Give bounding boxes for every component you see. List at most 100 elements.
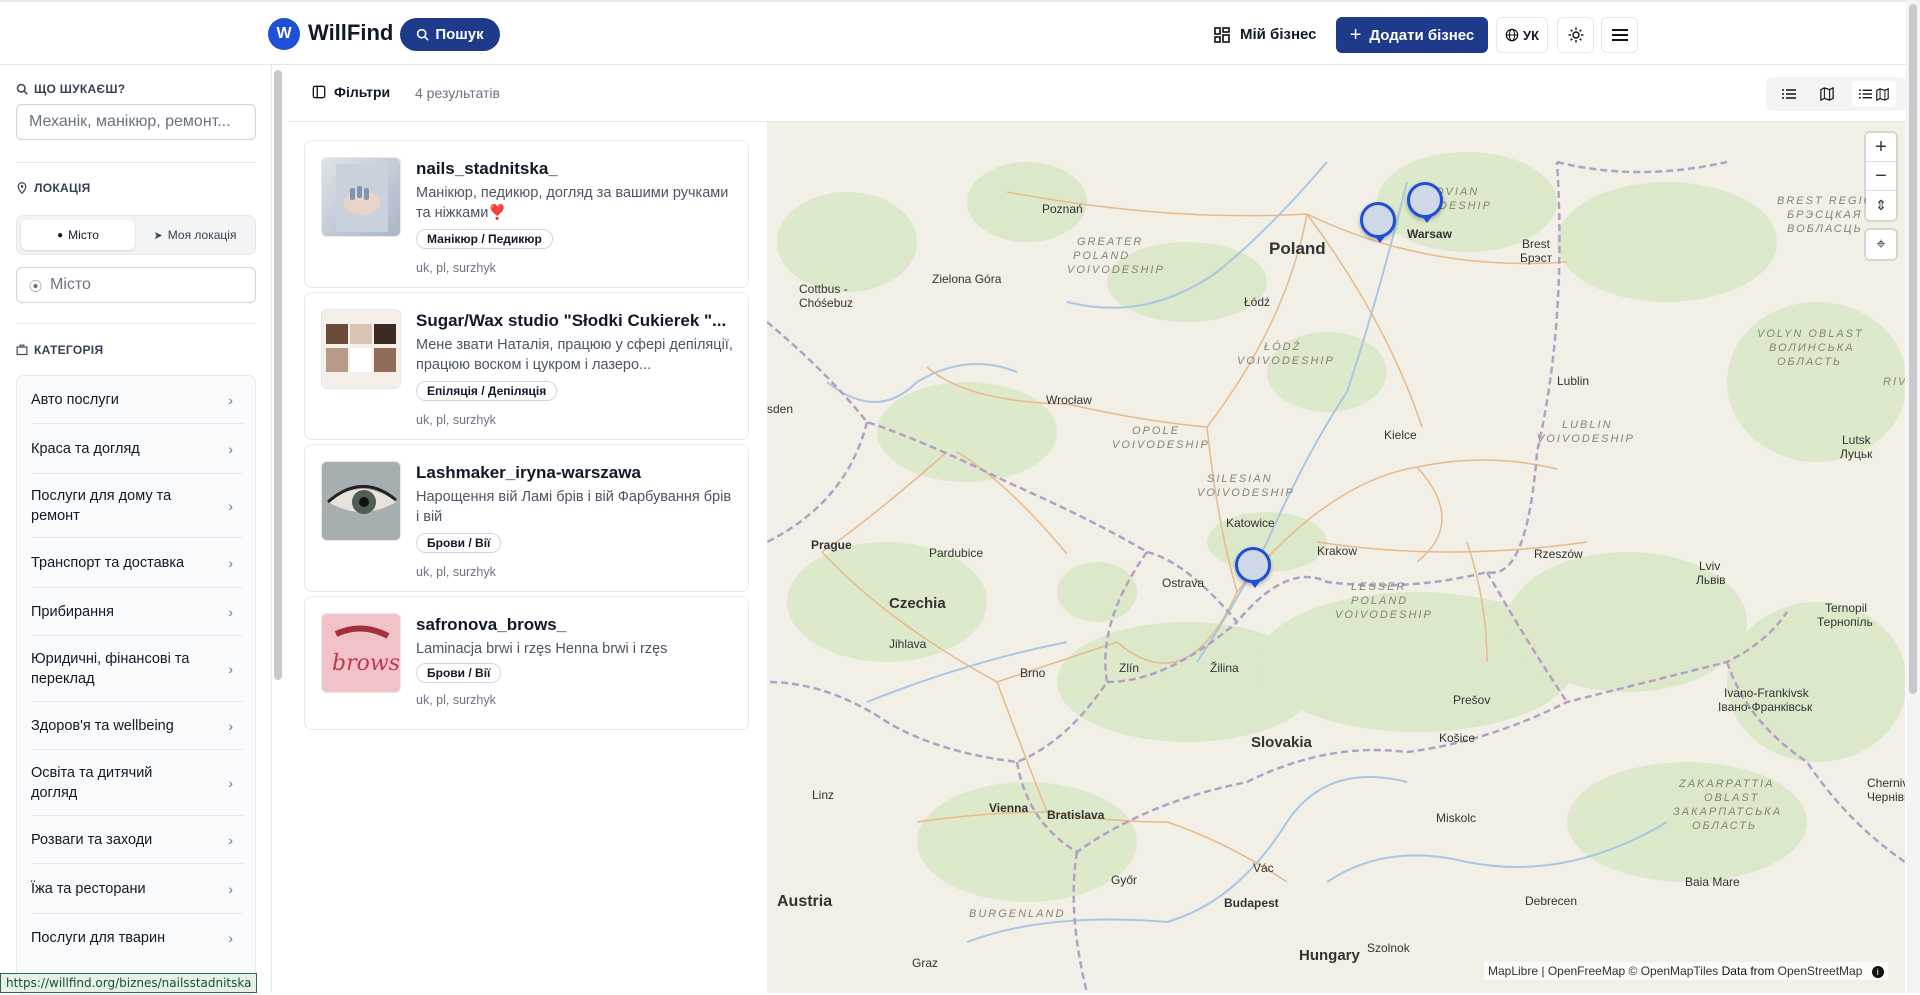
attribution-text[interactable]: MapLibre | OpenFreeMap © OpenMapTiles (1488, 964, 1718, 978)
category-item[interactable]: Здоров'я та wellbeing › (31, 702, 243, 750)
map-label: Miskolc (1436, 811, 1476, 825)
map-label: GREATER (1077, 236, 1143, 248)
page-scrollbar-thumb[interactable] (1909, 4, 1917, 694)
info-icon[interactable]: i (1871, 966, 1884, 978)
city-input[interactable]: ⦿ Місто (16, 267, 256, 303)
map-marker[interactable] (1235, 547, 1271, 588)
menu-button[interactable] (1601, 17, 1638, 53)
map-label: ŁÓDŹ (1264, 340, 1301, 353)
business-card[interactable]: Sugar/Wax studio "Słodki Cukierek "... М… (304, 292, 749, 440)
search-icon (16, 83, 28, 95)
city-option[interactable]: ● Місто (21, 220, 135, 250)
map-label: Rzeszów (1534, 547, 1583, 561)
category-item[interactable]: Послуги для дому та ремонт › (31, 474, 243, 538)
map-canvas[interactable]: Poland Czechia Slovakia Austria Hungary … (767, 122, 1905, 993)
city-option-label: Місто (68, 228, 99, 242)
map-label: Slovakia (1251, 734, 1313, 751)
map-label: Chóśebuz (799, 296, 853, 310)
map-label: LUBLIN (1562, 419, 1613, 431)
map-label: Linz (812, 788, 834, 802)
what-search-input[interactable]: Механік, манікюр, ремонт... (16, 104, 256, 140)
map-label: VOIVODESHIP (1237, 355, 1335, 367)
map-label: Žilina (1210, 660, 1239, 675)
chevron-right-icon: › (228, 440, 233, 457)
chevron-right-icon: › (228, 717, 233, 734)
business-description: Манікюр, педикюр, догляд за вашими ручка… (416, 185, 729, 221)
map-label: Тернопіль (1817, 615, 1873, 629)
map-label: Lutsk (1842, 433, 1872, 447)
business-title[interactable]: Lashmaker_iryna-warszawa (416, 463, 736, 483)
business-description: Мене звати Наталія, працюю у сфері депіл… (416, 337, 733, 373)
business-title[interactable]: nails_stadnitska_ (416, 159, 736, 179)
search-button[interactable]: Пошук (400, 18, 500, 51)
category-item[interactable]: Послуги для тварин › (31, 914, 243, 962)
logo-text[interactable]: WillFind (308, 20, 393, 46)
map-label: Baia Mare (1685, 875, 1740, 889)
filters-toggle-button[interactable]: Фільтри (312, 84, 390, 100)
map-label: Brno (1020, 666, 1046, 680)
map-label: Chernivt (1867, 776, 1905, 790)
map-label: Graz (912, 956, 938, 970)
what-placeholder: Механік, манікюр, ремонт... (29, 113, 231, 130)
map-label: Vienna (989, 801, 1028, 815)
category-item[interactable]: Їжа та ресторани › (31, 864, 243, 914)
language-button[interactable]: УК (1496, 17, 1548, 53)
category-item[interactable]: Розваги та заходи › (31, 816, 243, 864)
map-icon (1876, 87, 1889, 101)
split-view-button[interactable] (1852, 81, 1896, 107)
category-label: Прибирання (31, 603, 114, 620)
logo-badge[interactable]: W (268, 18, 300, 50)
crosshair-icon: ⌖ (1876, 235, 1886, 253)
map-label: Чернівц (1867, 790, 1905, 804)
map-label: Warsaw (1407, 227, 1453, 241)
map-label: OBLAST (1704, 792, 1759, 804)
map-label: Lublin (1557, 374, 1589, 388)
category-tag: Манікюр / Педикюр (416, 229, 553, 249)
map-label: ZAKARPATTIA (1678, 778, 1775, 790)
svg-text:brows: brows (332, 651, 400, 676)
osm-link[interactable]: OpenStreetMap (1778, 964, 1863, 978)
chevron-right-icon: › (228, 603, 233, 620)
category-list: Авто послуги › Краса та догляд › Послуги д… (16, 375, 256, 995)
category-heading: КАТЕГОРІЯ (16, 343, 103, 357)
grid-icon (1214, 26, 1230, 43)
category-item[interactable]: Транспорт та доставка › (31, 538, 243, 588)
compass-button[interactable]: ⇕ (1866, 191, 1896, 220)
sidebar-scrollbar[interactable] (274, 70, 282, 680)
page-scrollbar[interactable] (1906, 0, 1920, 993)
my-location-option[interactable]: ➤ Моя локація (139, 220, 251, 250)
zoom-out-button[interactable]: − (1866, 162, 1896, 191)
business-title[interactable]: Sugar/Wax studio "Słodki Cukierek "... (416, 311, 736, 331)
zoom-in-button[interactable]: + (1866, 133, 1896, 162)
business-card[interactable]: nails_stadnitska_ Манікюр, педикюр, догл… (304, 140, 749, 288)
search-button-label: Пошук (435, 26, 484, 43)
chevron-right-icon: › (228, 497, 233, 514)
map-label: ВОЛИНСЬКА (1769, 342, 1855, 354)
my-business-label: Мій бізнес (1240, 26, 1317, 43)
business-card[interactable]: brows safronova_brows_ Laminacja brwi i … (304, 596, 749, 730)
map-label: Zlín (1119, 661, 1139, 675)
map-view-button[interactable] (1814, 81, 1840, 107)
category-item[interactable]: Юридичні, фінансові та переклад › (31, 636, 243, 702)
add-business-label: Додати бізнес (1369, 26, 1475, 44)
map-marker[interactable] (1360, 202, 1396, 243)
map-view[interactable]: Poland Czechia Slovakia Austria Hungary … (767, 122, 1905, 993)
business-title[interactable]: safronova_brows_ (416, 615, 736, 635)
map-marker[interactable] (1407, 182, 1443, 223)
add-business-button[interactable]: + Додати бізнес (1336, 17, 1488, 53)
list-view-button[interactable] (1776, 81, 1802, 107)
map-label: Львів (1696, 573, 1726, 587)
search-icon (417, 28, 430, 41)
category-item[interactable]: Освіта та дитячий догляд › (31, 750, 243, 816)
category-label: Розваги та заходи (31, 831, 153, 848)
map-icon (1820, 87, 1834, 101)
theme-toggle-button[interactable] (1557, 17, 1594, 53)
geolocate-button[interactable]: ⌖ (1866, 230, 1896, 259)
category-item[interactable]: Прибирання › (31, 588, 243, 636)
list-icon (1859, 89, 1872, 99)
category-item[interactable]: Краса та догляд › (31, 424, 243, 474)
category-item[interactable]: Авто послуги › (31, 376, 243, 424)
my-business-link[interactable]: Мій бізнес (1214, 18, 1317, 51)
sun-icon (1568, 27, 1583, 43)
business-card[interactable]: Lashmaker_iryna-warszawa Нарощення вій Л… (304, 444, 749, 592)
